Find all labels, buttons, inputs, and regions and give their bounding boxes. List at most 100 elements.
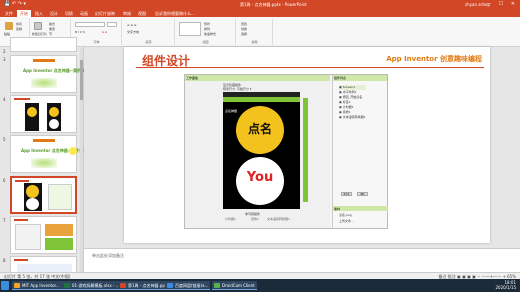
tab-design[interactable]: 设计 xyxy=(47,10,61,17)
start-icon[interactable] xyxy=(1,281,9,290)
cursor-highlight xyxy=(69,147,77,155)
tab-slideshow[interactable]: 幻灯片放映 xyxy=(92,10,118,17)
non-visible-item: 音效1 xyxy=(251,217,259,221)
media-item: 点名.png xyxy=(339,213,352,217)
paste-icon[interactable] xyxy=(5,22,13,30)
tab-animations[interactable]: 动画 xyxy=(77,10,91,17)
call-name-button: 点名 xyxy=(236,106,284,154)
ribbon: 粘贴 剪切 复制 剪贴板 新建幻灯片 版式 重置 节 幻灯片 B I U S A… xyxy=(0,17,520,47)
droidcam-icon xyxy=(214,283,220,288)
notes-placeholder: 单击此处添加备注 xyxy=(92,253,124,258)
find-button[interactable]: 查找 xyxy=(241,22,247,26)
upload-file-button: 上传文件... xyxy=(339,219,354,223)
tab-view[interactable]: 视图 xyxy=(135,10,149,17)
system-clock[interactable]: 18:01 2020/1/15 xyxy=(495,280,516,290)
cut-button[interactable]: 剪切 xyxy=(16,22,22,26)
components-header: 组件列表 xyxy=(333,75,387,81)
taskbar-item[interactable]: 百度网盘(链接)a... xyxy=(165,281,211,290)
slide-editor: 组件设计 App Inventor 创意趣味编程 工作面板 显示隐藏组件 预览尺… xyxy=(84,47,520,248)
paragraph-group: ≡ ≡ ≡ 文字方向 段落 xyxy=(123,19,175,45)
reset-button[interactable]: 重置 xyxy=(49,27,55,31)
current-slide[interactable]: 组件设计 App Inventor 创意趣味编程 工作面板 显示隐藏组件 预览尺… xyxy=(124,47,490,243)
shapes-gallery[interactable] xyxy=(179,22,201,36)
non-visible-item: 计时器1 xyxy=(225,217,236,221)
taskbar-item[interactable]: MIT App Inventor... xyxy=(12,281,62,290)
tell-me-search[interactable]: 告诉我你想要做什么... xyxy=(152,10,198,17)
thumb-number: 5 xyxy=(3,137,6,142)
app-title-bar: 点名神器 xyxy=(223,97,300,113)
media-header: 素材 xyxy=(333,206,388,211)
drawing-group-label: 绘图 xyxy=(202,40,209,44)
tab-home[interactable]: 开始 xyxy=(17,10,31,17)
powerpoint-icon xyxy=(120,283,126,288)
paragraph-group-label: 段落 xyxy=(145,40,152,44)
quick-access-toolbar[interactable]: 💾 ↶ ↷ ▾ xyxy=(4,1,26,7)
slide-thumbnail[interactable] xyxy=(10,95,77,133)
viewer-panel: 工作面板 显示隐藏组件 预览尺寸: 平板尺寸 ▾ 点名神器 点名 You 非可视… xyxy=(185,75,330,228)
select-button[interactable]: 选择 xyxy=(241,32,247,36)
tab-insert[interactable]: 插入 xyxy=(32,10,46,17)
font-color-button[interactable]: A A xyxy=(102,30,107,34)
font-size-box[interactable] xyxy=(107,22,117,27)
rename-button: 重命名 xyxy=(341,192,352,196)
align-buttons[interactable]: ≡ ≡ ≡ xyxy=(127,23,136,27)
new-slide-icon[interactable] xyxy=(34,22,42,30)
designer-screenshot[interactable]: 工作面板 显示隐藏组件 预览尺寸: 平板尺寸 ▾ 点名神器 点名 You 非可视… xyxy=(184,74,388,229)
arrange-button[interactable]: 排列 xyxy=(204,27,210,31)
slide-thumbnail-selected[interactable] xyxy=(10,176,77,214)
tree-item: ▣ 文本语音转换器1 xyxy=(339,115,366,119)
slide-brand[interactable]: App Inventor 创意趣味编程 xyxy=(386,54,482,64)
taskbar: MIT App Inventor... 01-游戏拆解模板.xlsx - ...… xyxy=(0,279,520,292)
taskbar-item[interactable]: DroidCam Client xyxy=(212,281,257,290)
thumb-number: 4 xyxy=(3,97,6,102)
thumb-number: 2 xyxy=(3,49,6,54)
app-title: 点名神器 xyxy=(225,109,238,113)
drawing-group: 形状 排列 快速样式 绘图 xyxy=(176,19,236,45)
layout-button[interactable]: 版式 xyxy=(49,22,55,26)
tab-transitions[interactable]: 切换 xyxy=(62,10,76,17)
non-visible-components-label: 非可视组件 xyxy=(245,212,261,216)
paste-button[interactable]: 粘贴 xyxy=(4,32,10,36)
title-bar: 💾 ↶ ↷ ▾ 第1周 - 点名神器.pptx - PowerPoint zhy… xyxy=(0,0,520,9)
slide-thumbnail[interactable]: App Inventor 点名神器--组件设计 xyxy=(10,135,87,173)
phone-side-strip xyxy=(303,98,308,202)
thumb-number: 6 xyxy=(3,178,6,183)
tab-review[interactable]: 审阅 xyxy=(120,10,134,17)
you-image: You xyxy=(236,157,284,205)
clock-date: 2020/1/15 xyxy=(495,285,516,290)
font-name-box[interactable] xyxy=(75,22,105,27)
viewer-header: 工作面板 xyxy=(185,75,330,81)
ribbon-tabs: 文件 开始 插入 设计 切换 动画 幻灯片放映 审阅 视图 告诉我你想要做什么.… xyxy=(0,9,520,17)
section-button[interactable]: 节 xyxy=(49,32,52,36)
tab-file[interactable]: 文件 xyxy=(2,10,16,17)
netdisk-icon xyxy=(167,283,173,288)
slide-thumbnail[interactable]: App Inventor 点名神器--案例解决 xyxy=(10,55,89,93)
slide-thumbnail[interactable] xyxy=(10,216,77,254)
quick-styles-button[interactable]: 快速样式 xyxy=(204,32,216,36)
text-direction-button[interactable]: 文字方向 xyxy=(127,30,139,34)
thumb-number: 8 xyxy=(3,258,6,263)
taskbar-item[interactable]: 01-游戏拆解模板.xlsx - ... xyxy=(62,281,122,290)
new-slide-button[interactable]: 新建幻灯片 xyxy=(32,32,47,36)
font-group: B I U S A A 字体 xyxy=(72,19,122,45)
slide-thumbnails-pane: 2 3 App Inventor 点名神器--案例解决 4 5 App Inve… xyxy=(0,37,89,278)
status-bar: 幻灯片 第 5 张，共 17 张 中文(中国) 备注 批注 ▣ ▣ ▣ ▣ − … xyxy=(0,272,520,279)
thumbnails-scroll-thumb[interactable] xyxy=(80,60,83,100)
slide-thumbnail[interactable] xyxy=(10,37,77,52)
thumb-number: 7 xyxy=(3,218,6,223)
thumb-caption: App Inventor 点名神器--组件设计 xyxy=(21,148,88,153)
copy-button[interactable]: 复制 xyxy=(16,27,22,31)
taskbar-item-active[interactable]: 第1周 - 点名神器.pp... xyxy=(118,281,171,290)
components-tree: ▣ Screen1 ▣ 水平布局1 ▣ 按钮_开始点名 ▣ 标签1 ▣ 计时器1… xyxy=(339,85,366,120)
excel-icon xyxy=(64,283,70,288)
replace-button[interactable]: 替换 xyxy=(241,27,247,31)
editing-group-label: 编辑 xyxy=(251,40,258,44)
title-divider xyxy=(136,67,484,68)
call-name-label: 点名 xyxy=(247,122,272,136)
thumb-number: 3 xyxy=(3,57,6,62)
font-group-label: 字体 xyxy=(93,40,100,44)
you-label: You xyxy=(246,170,274,185)
window-controls[interactable]: — ☐ ✕ xyxy=(486,1,518,7)
shapes-button[interactable]: 形状 xyxy=(204,22,210,26)
font-style-buttons[interactable]: B I U S xyxy=(75,30,85,34)
